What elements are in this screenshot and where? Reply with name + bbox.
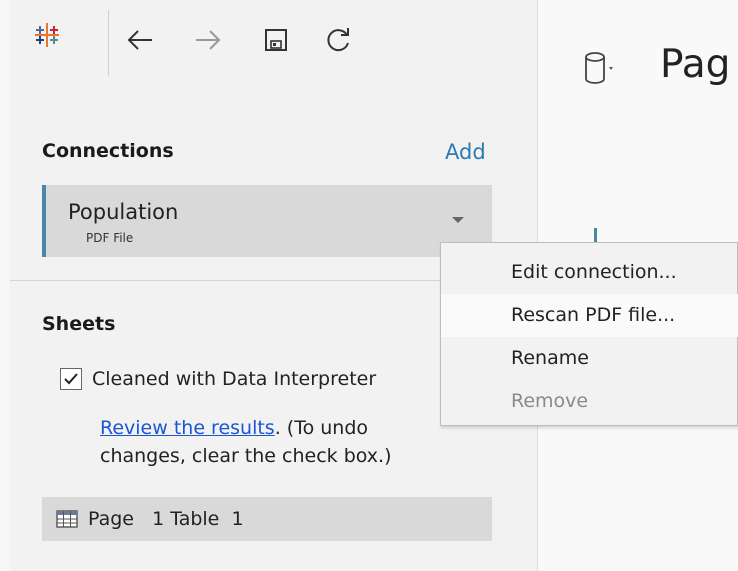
window-left-edge [0,0,10,571]
toolbar-separator [108,10,109,76]
review-results-link[interactable]: Review the results [100,417,275,439]
connection-type: PDF File [86,231,134,245]
refresh-icon[interactable] [322,22,354,58]
connection-name: Population [68,200,179,224]
data-interpreter-option: Cleaned with Data Interpreter [60,368,376,390]
menu-item-rescan-pdf[interactable]: Rescan PDF file... [441,294,738,337]
data-interpreter-checkbox[interactable] [60,368,82,390]
arrow-left-icon[interactable] [124,22,156,58]
arrow-right-icon[interactable] [192,22,224,58]
toolbar [10,0,537,82]
review-message: Review the results. (To undo changes, cl… [100,414,420,470]
cylinder-icon[interactable] [584,48,614,88]
connection-accent-bar [42,185,46,257]
connections-heading: Connections [42,140,174,162]
table-grid-icon [56,510,78,528]
menu-item-remove: Remove [511,390,589,412]
sheets-heading: Sheets [42,313,116,335]
page-title: Pag [660,42,731,87]
menu-item-edit-connection[interactable]: Edit connection... [441,251,738,294]
connection-item[interactable]: Population PDF File [42,185,492,257]
save-icon[interactable] [260,22,292,58]
connection-context-menu: Edit connection... Rescan PDF file... Re… [440,242,738,426]
data-interpreter-label: Cleaned with Data Interpreter [92,368,377,390]
add-connection-link[interactable]: Add [445,140,486,164]
menu-item-rename[interactable]: Rename [441,337,738,380]
sheet-table-label: Page 1 Table 1 [88,508,244,530]
chevron-down-icon[interactable] [452,217,464,223]
tableau-logo-icon[interactable] [34,22,60,48]
sheet-table-item[interactable]: Page 1 Table 1 [42,497,492,541]
checkmark-icon [64,373,78,385]
